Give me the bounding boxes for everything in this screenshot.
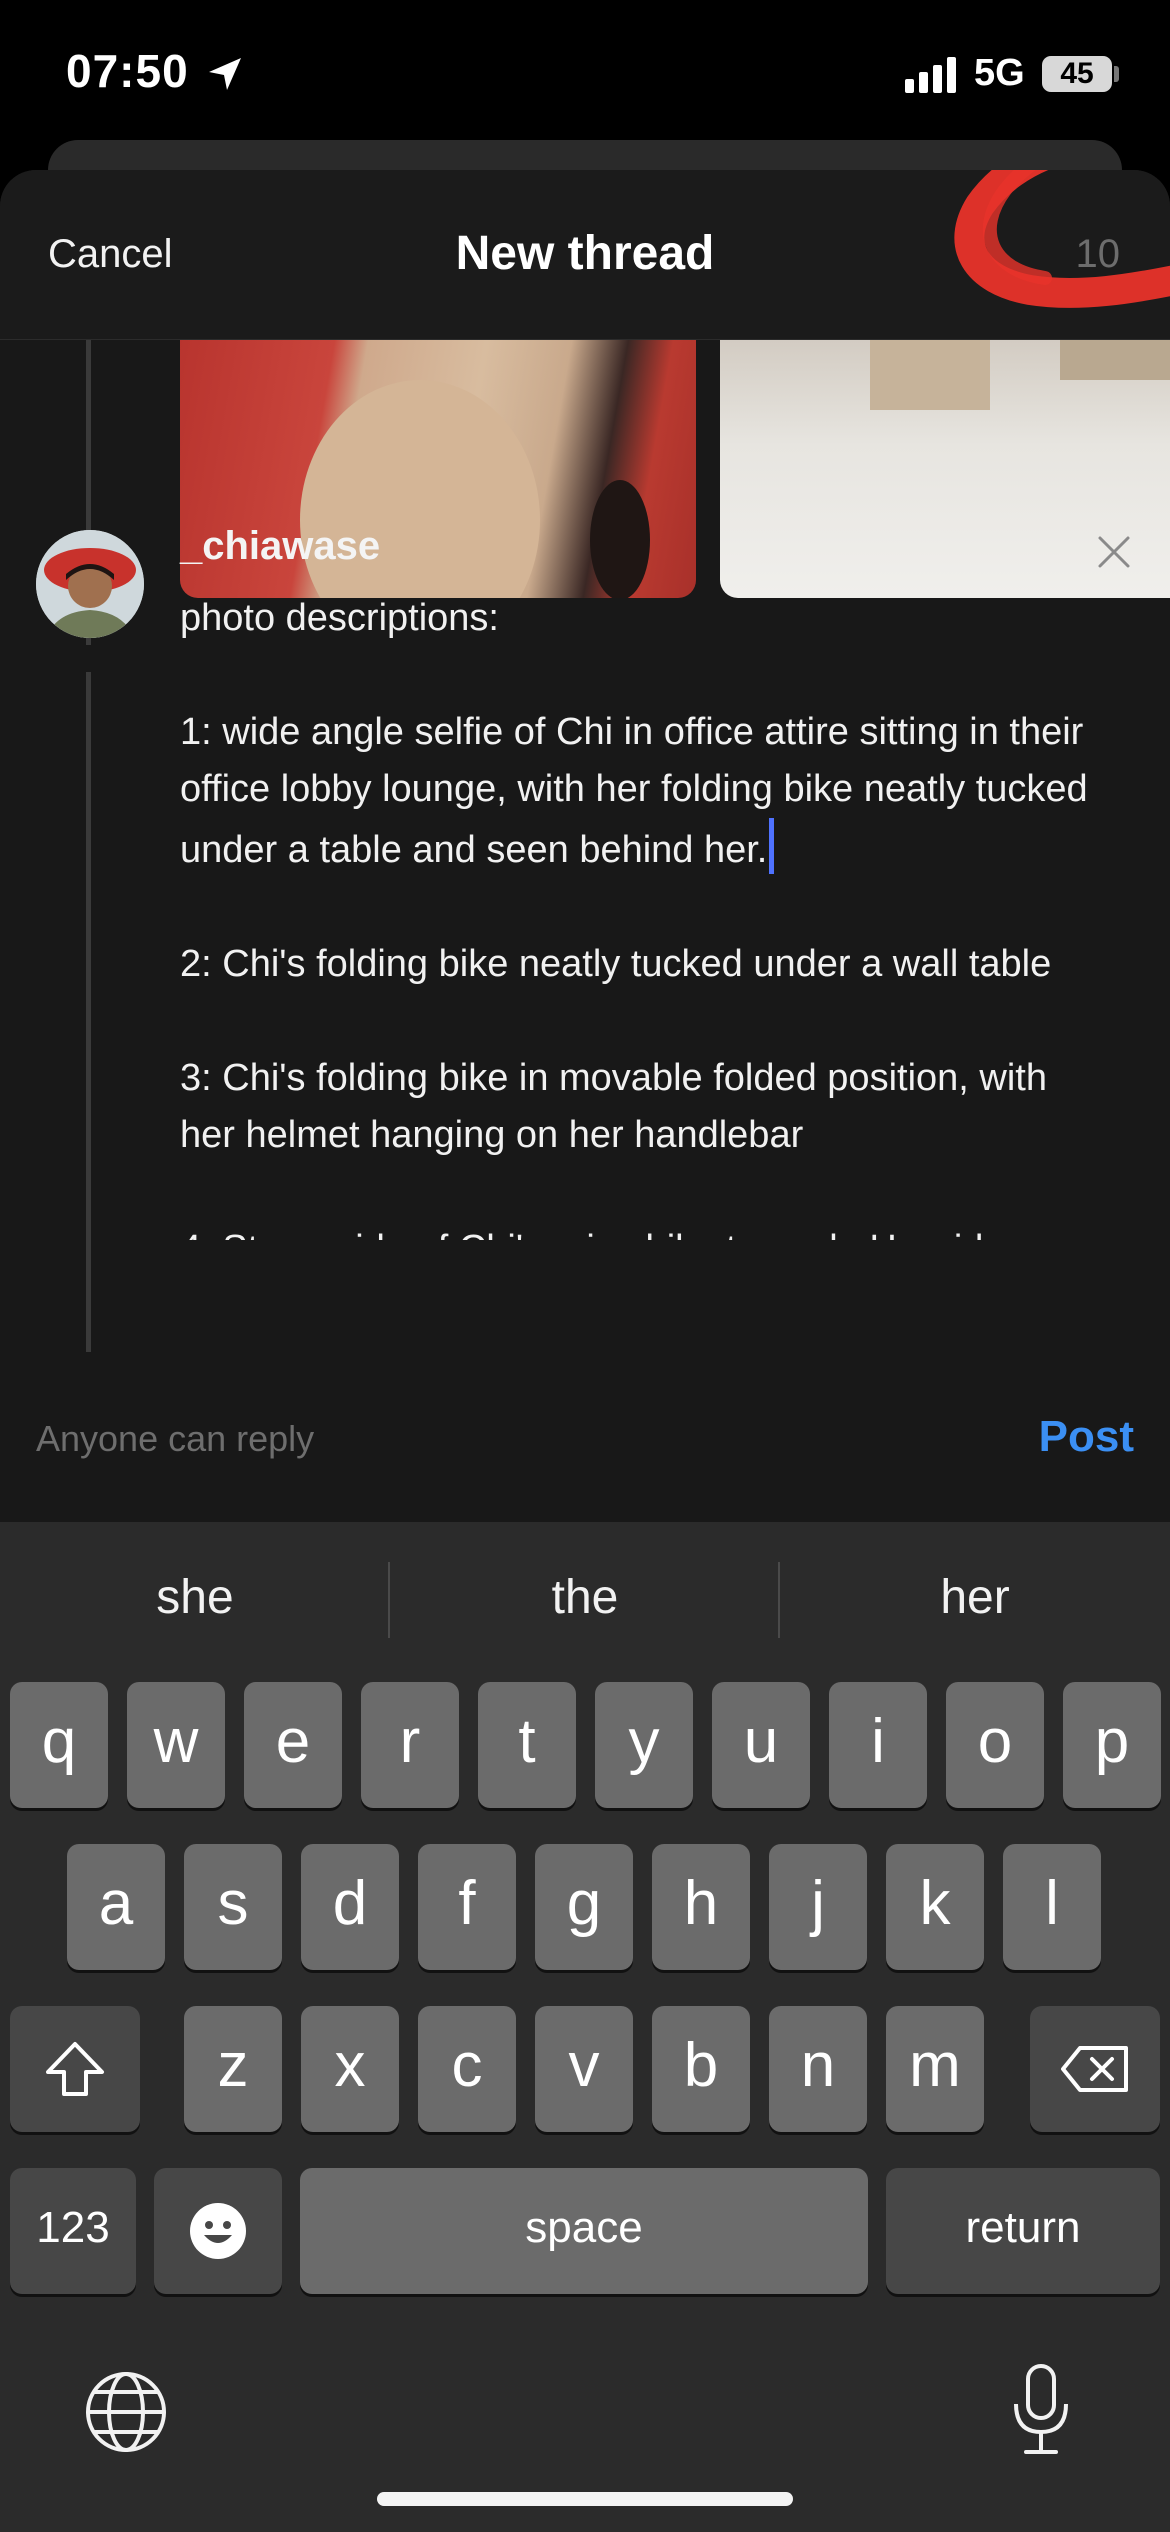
compose-sheet: Cancel New thread 10 _chiawase photo des… — [0, 170, 1170, 1522]
delete-icon — [1061, 2046, 1128, 2092]
post-text-line: 2: Chi's folding bike neatly tucked unde… — [180, 943, 1052, 985]
space-key[interactable]: space — [300, 2168, 868, 2294]
key-g[interactable]: g — [535, 1844, 633, 1970]
battery-indicator: 45 — [1042, 56, 1112, 92]
shift-icon — [46, 2042, 104, 2096]
suggestion-item[interactable]: her — [780, 1570, 1170, 1625]
post-text-line: 4: Strava ride of Chi's rainy bike to wo… — [180, 1221, 1100, 1240]
status-time: 07:50 — [66, 45, 189, 97]
key-y[interactable]: y — [595, 1682, 693, 1808]
emoji-key[interactable] — [154, 2168, 282, 2294]
post-button[interactable]: Post — [1039, 1412, 1134, 1462]
red-scribble-annotation — [954, 170, 1170, 308]
post-text-line: photo descriptions: — [180, 597, 499, 639]
key-k[interactable]: k — [886, 1844, 984, 1970]
key-r[interactable]: r — [361, 1682, 459, 1808]
key-h[interactable]: h — [652, 1844, 750, 1970]
status-bar: 07:50 5G 45 — [0, 0, 1170, 140]
globe-icon[interactable] — [84, 2370, 168, 2454]
key-p[interactable]: p — [1063, 1682, 1161, 1808]
post-text-line: 1: wide angle selfie of Chi in office at… — [180, 704, 1100, 879]
thread-connector-line — [86, 672, 91, 1352]
suggestion-item[interactable]: she — [0, 1570, 390, 1625]
key-z[interactable]: z — [184, 2006, 282, 2132]
key-e[interactable]: e — [244, 1682, 342, 1808]
avatar[interactable] — [36, 530, 144, 638]
battery-tip — [1114, 66, 1119, 82]
key-v[interactable]: v — [535, 2006, 633, 2132]
key-i[interactable]: i — [829, 1682, 927, 1808]
key-x[interactable]: x — [301, 2006, 399, 2132]
key-w[interactable]: w — [127, 1682, 225, 1808]
text-caret — [769, 818, 775, 874]
key-j[interactable]: j — [769, 1844, 867, 1970]
suggestion-item[interactable]: the — [390, 1570, 780, 1625]
close-icon[interactable] — [1094, 532, 1134, 572]
numbers-key[interactable]: 123 — [10, 2168, 136, 2294]
microphone-icon[interactable] — [1006, 2362, 1076, 2458]
home-indicator[interactable] — [377, 2492, 793, 2506]
username: _chiawase — [180, 524, 381, 568]
emoji-icon — [190, 2203, 246, 2259]
key-o[interactable]: o — [946, 1682, 1044, 1808]
key-u[interactable]: u — [712, 1682, 810, 1808]
key-l[interactable]: l — [1003, 1844, 1101, 1970]
key-t[interactable]: t — [478, 1682, 576, 1808]
key-d[interactable]: d — [301, 1844, 399, 1970]
network-label: 5G — [974, 52, 1025, 94]
key-s[interactable]: s — [184, 1844, 282, 1970]
reply-permission-button[interactable]: Anyone can reply — [36, 1418, 314, 1460]
delete-key[interactable] — [1030, 2006, 1160, 2132]
location-arrow-icon — [209, 58, 241, 90]
suggestion-bar: she the her — [0, 1522, 1170, 1682]
key-a[interactable]: a — [67, 1844, 165, 1970]
key-f[interactable]: f — [418, 1844, 516, 1970]
key-b[interactable]: b — [652, 2006, 750, 2132]
post-text-input[interactable]: photo descriptions: 1: wide angle selfie… — [180, 590, 1100, 1240]
key-m[interactable]: m — [886, 2006, 984, 2132]
key-c[interactable]: c — [418, 2006, 516, 2132]
return-key[interactable]: return — [886, 2168, 1160, 2294]
key-q[interactable]: q — [10, 1682, 108, 1808]
signal-bars-icon — [905, 57, 956, 93]
post-text-line: 3: Chi's folding bike in movable folded … — [180, 1057, 1047, 1156]
key-n[interactable]: n — [769, 2006, 867, 2132]
shift-key[interactable] — [10, 2006, 140, 2132]
keyboard: she the her q w e r t y u i o p a s d f … — [0, 1522, 1170, 2532]
